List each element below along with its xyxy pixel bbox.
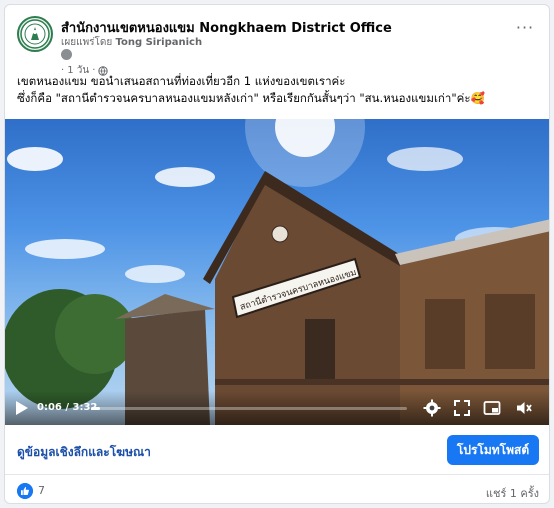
- video-time: 0:06 / 3:32: [37, 402, 97, 413]
- video-progress-bar[interactable]: [91, 407, 407, 410]
- settings-icon[interactable]: [423, 399, 441, 417]
- post-caption: เขตหนองแขม ขอนำเสนอสถานที่ท่องเที่ยวอีก …: [17, 73, 539, 107]
- time-separator: /: [65, 402, 73, 413]
- post-stats: 7 แชร์ 1 ครั้ง: [5, 475, 549, 503]
- byline-prefix: เผยแพร่โดย: [61, 37, 113, 48]
- audience-icon: [61, 49, 72, 60]
- video-frame: สถานีตำรวจนครบาลหนองแขม: [5, 119, 549, 425]
- play-icon[interactable]: [15, 400, 29, 416]
- caption-line-1: เขตหนองแขม ขอนำเสนอสถานที่ท่องเที่ยวอีก …: [17, 74, 346, 88]
- video-progress-fill: [91, 407, 100, 410]
- like-count[interactable]: 7: [38, 484, 45, 497]
- volume-icon[interactable]: [515, 399, 533, 417]
- caption-line-2: ซึ่งก็คือ "สถานีตำรวจนครบาลหนองแขมหลังเก…: [17, 91, 485, 105]
- post-byline: เผยแพร่โดย Tong Siripanich: [61, 35, 202, 50]
- video-player[interactable]: สถานีตำรวจนครบาลหนองแขม 0:06 / 3:32: [5, 119, 549, 425]
- like-icon[interactable]: [17, 483, 33, 499]
- post-header: สำนักงานเขตหนองแขม Nongkhaem District Of…: [17, 13, 537, 76]
- post-actions-row: ดูข้อมูลเชิงลึกและโฆษณา โปรโมทโพสต์: [5, 425, 549, 475]
- share-count[interactable]: แชร์ 1 ครั้ง: [486, 484, 539, 502]
- insights-link[interactable]: ดูข้อมูลเชิงลึกและโฆษณา: [17, 443, 151, 462]
- video-controls: 0:06 / 3:32: [5, 391, 549, 425]
- current-time: 0:06: [37, 402, 62, 413]
- page-avatar[interactable]: [17, 16, 53, 52]
- promote-post-button[interactable]: โปรโมทโพสต์: [447, 435, 539, 465]
- expand-icon[interactable]: [453, 399, 471, 417]
- post-card: สำนักงานเขตหนองแขม Nongkhaem District Of…: [4, 4, 550, 504]
- more-icon[interactable]: ···: [513, 20, 537, 39]
- audience-row: [61, 49, 72, 60]
- pip-icon[interactable]: [483, 399, 501, 417]
- author-name[interactable]: Tong Siripanich: [115, 37, 202, 48]
- district-logo-icon: [20, 19, 50, 49]
